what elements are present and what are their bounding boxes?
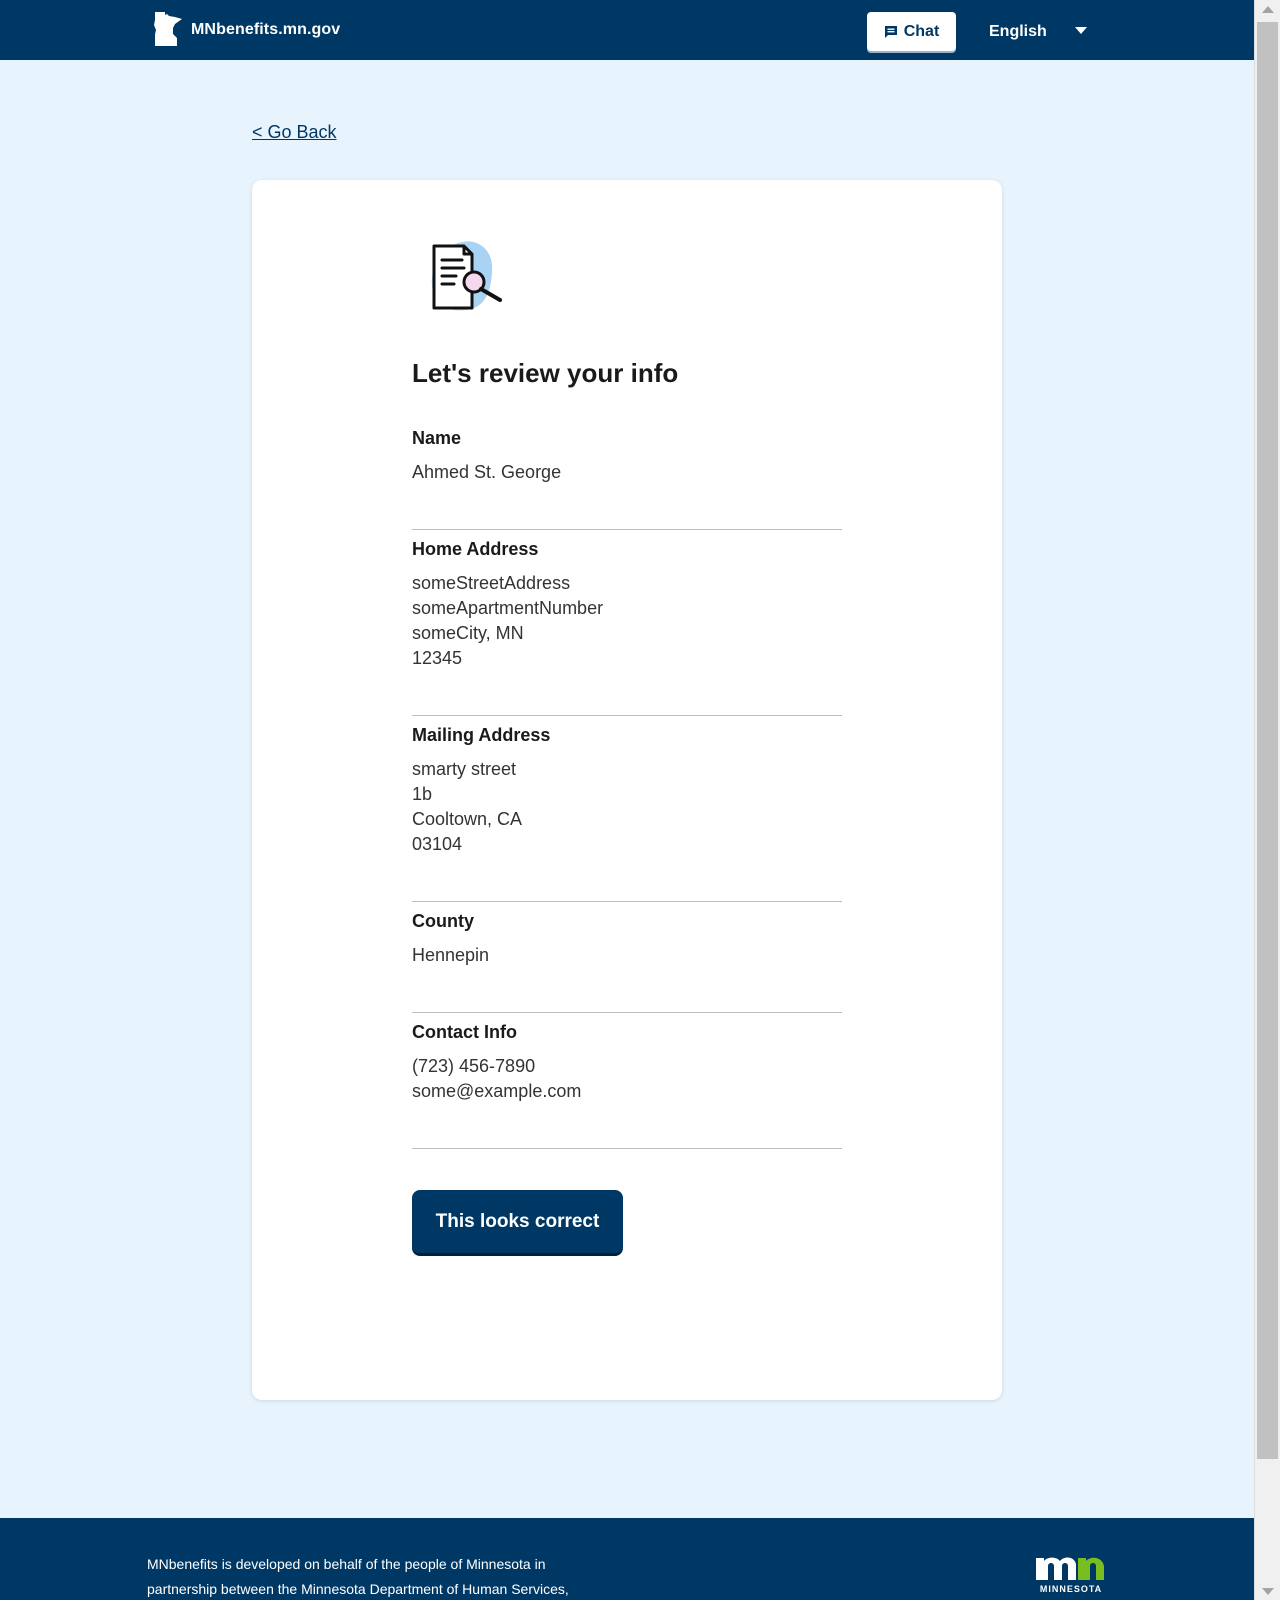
- minnesota-logo-text: MINNESOTA: [1040, 1584, 1102, 1594]
- language-select[interactable]: English: [989, 19, 1087, 45]
- section-label: Mailing Address: [412, 725, 551, 745]
- section-label: Home Address: [412, 539, 539, 559]
- name-value: Ahmed St. George: [412, 462, 562, 482]
- contact-info-section: Contact Info (723) 456-7890 some@example…: [412, 1020, 842, 1149]
- home-address-section: Home Address someStreetAddress someApart…: [412, 537, 842, 716]
- language-label: English: [989, 23, 1047, 40]
- review-card: Let's review your info Name Ahmed St. Ge…: [252, 180, 1002, 1400]
- footer-line: partnership between the Minnesota Depart…: [147, 1581, 569, 1597]
- county-section: County Hennepin: [412, 909, 842, 1013]
- footer-line: MNbenefits is developed on behalf of the…: [147, 1556, 546, 1572]
- address-line: someApartmentNumber: [412, 598, 604, 618]
- address-line: Cooltown, CA: [412, 809, 523, 829]
- scroll-up-arrow-icon[interactable]: [1262, 6, 1274, 13]
- chat-button[interactable]: Chat: [867, 12, 956, 51]
- chat-label: Chat: [903, 22, 940, 40]
- address-line: 12345: [412, 648, 463, 668]
- site-header: MNbenefits.mn.gov Chat English: [0, 0, 1254, 60]
- email-value: some@example.com: [412, 1081, 582, 1101]
- document-search-icon: [431, 241, 502, 311]
- name-section: Name Ahmed St. George: [412, 426, 842, 530]
- address-line: someCity, MN: [412, 623, 524, 643]
- page-title: Let's review your info: [412, 358, 679, 388]
- chat-icon: [884, 25, 897, 38]
- vertical-scrollbar[interactable]: [1254, 0, 1280, 1600]
- county-value: Hennepin: [412, 945, 490, 965]
- site-logo[interactable]: MNbenefits.mn.gov: [153, 12, 340, 48]
- site-name: MNbenefits.mn.gov: [191, 21, 341, 38]
- section-label: County: [412, 911, 474, 931]
- site-footer: MNbenefits is developed on behalf of the…: [0, 1518, 1254, 1600]
- mailing-address-section: Mailing Address smarty street 1b Cooltow…: [412, 723, 842, 902]
- section-label: Name: [412, 428, 462, 448]
- footer-text: MNbenefits is developed on behalf of the…: [147, 1552, 617, 1600]
- scroll-down-arrow-icon[interactable]: [1262, 1588, 1274, 1595]
- address-line: someStreetAddress: [412, 573, 571, 593]
- address-line: 03104: [412, 834, 463, 854]
- minnesota-state-icon: [154, 12, 182, 46]
- page: MNbenefits.mn.gov Chat English < Go Back: [0, 0, 1254, 1600]
- go-back-link[interactable]: < Go Back: [252, 122, 337, 143]
- this-looks-correct-button[interactable]: This looks correct: [412, 1190, 623, 1256]
- minnesota-logo[interactable]: MINNESOTA: [1034, 1546, 1108, 1594]
- section-label: Contact Info: [412, 1022, 517, 1042]
- address-line: smarty street: [412, 759, 517, 779]
- chevron-down-icon: [1074, 26, 1087, 34]
- scrollbar-thumb[interactable]: [1257, 22, 1278, 1459]
- phone-value: (723) 456-7890: [412, 1056, 536, 1076]
- address-line: 1b: [412, 784, 433, 804]
